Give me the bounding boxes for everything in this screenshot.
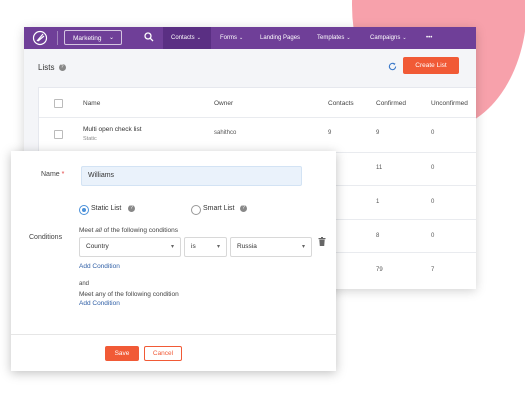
condition-operator-value: is (191, 243, 196, 250)
conditions-label: Conditions (29, 234, 63, 241)
list-name-input[interactable]: Williams (81, 166, 302, 186)
chevron-down-icon: ▾ (216, 244, 220, 250)
chevron-down-icon: ⌄ (239, 35, 244, 41)
name-label: Name * (41, 171, 64, 178)
search-icon[interactable] (144, 32, 154, 42)
smart-list-radio[interactable] (191, 205, 201, 215)
nav-landing-pages[interactable]: Landing Pages (260, 27, 300, 49)
create-list-button[interactable]: Create List (403, 57, 459, 74)
refresh-icon[interactable] (388, 62, 397, 71)
nav-contacts-label: Contacts (171, 35, 195, 41)
help-icon[interactable]: ? (128, 205, 135, 212)
page-title-text: Lists (38, 63, 55, 72)
name-label-text: Name (41, 171, 60, 178)
chevron-down-icon: ⌄ (346, 35, 351, 41)
nav-campaigns[interactable]: Campaigns ⌄ (370, 27, 407, 49)
nav-contacts[interactable]: Contacts ⌄ (163, 27, 211, 49)
list-owner: sahithco (214, 130, 237, 136)
top-nav: Marketing ⌄ Contacts ⌄ Forms ⌄ Landing Pag… (24, 27, 476, 49)
condition-field-select[interactable]: Country ▾ (79, 237, 181, 257)
nav-templates-label: Templates (317, 35, 345, 41)
meet-all-prefix: Meet (79, 227, 96, 234)
cancel-button[interactable]: Cancel (144, 346, 182, 361)
more-icon: ••• (426, 35, 433, 41)
and-text: and (79, 281, 90, 287)
nav-more[interactable]: ••• (426, 27, 432, 49)
column-header-contacts: Contacts (328, 100, 354, 107)
help-icon[interactable]: ? (240, 205, 247, 212)
required-mark: * (61, 171, 65, 178)
meet-any-text: Meet any of the following condition (79, 291, 179, 298)
condition-field-value: Country (86, 243, 109, 250)
column-header-unconfirmed: Unconfirmed (431, 100, 468, 107)
nav-landing-pages-label: Landing Pages (260, 35, 301, 41)
meet-all-suffix: of the following conditions (101, 227, 179, 234)
list-confirmed: 11 (376, 165, 383, 171)
condition-operator-select[interactable]: is ▾ (184, 237, 227, 257)
list-type: Static (83, 136, 97, 142)
list-unconfirmed: 0 (431, 233, 435, 239)
marketing-select[interactable]: Marketing ⌄ (64, 30, 122, 45)
row-divider (39, 117, 476, 118)
list-unconfirmed: 0 (431, 199, 435, 205)
nav-forms-label: Forms (220, 35, 237, 41)
marketing-select-label: Marketing (73, 35, 102, 42)
list-confirmed: 8 (376, 233, 380, 239)
chevron-down-icon: ⌄ (196, 35, 201, 41)
list-confirmed: 1 (376, 199, 380, 205)
save-button[interactable]: Save (105, 346, 139, 361)
help-icon[interactable]: ? (58, 64, 66, 72)
nav-forms[interactable]: Forms ⌄ (220, 27, 243, 49)
static-list-label[interactable]: Static List (91, 205, 121, 212)
add-condition-link[interactable]: Add Condition (79, 263, 120, 270)
condition-value-select[interactable]: Russia ▾ (230, 237, 312, 257)
chevron-down-icon: ▾ (170, 244, 174, 250)
list-unconfirmed: 7 (431, 267, 435, 273)
static-list-radio[interactable] (79, 205, 89, 215)
modal-footer-divider (11, 334, 336, 335)
chevron-down-icon: ⌄ (402, 35, 407, 41)
brand-logo-icon[interactable] (32, 30, 48, 46)
chevron-down-icon: ⌄ (108, 35, 114, 41)
create-list-modal: Name * Williams Static List ? Smart List… (11, 151, 336, 371)
meet-all-text: Meet all of the following conditions (79, 227, 178, 234)
trash-icon[interactable] (318, 237, 326, 246)
select-all-checkbox[interactable] (54, 99, 63, 108)
list-unconfirmed: 0 (431, 165, 435, 171)
smart-list-label[interactable]: Smart List (203, 205, 235, 212)
condition-value-value: Russia (237, 243, 257, 250)
column-header-confirmed: Confirmed (376, 100, 406, 107)
nav-campaigns-label: Campaigns (370, 35, 401, 41)
list-confirmed: 79 (376, 267, 383, 273)
nav-divider (57, 31, 58, 45)
page-title: Lists ? (38, 63, 66, 72)
chevron-down-icon: ▾ (301, 244, 305, 250)
add-condition-link-any[interactable]: Add Condition (79, 300, 120, 307)
column-header-name: Name (83, 100, 101, 107)
list-unconfirmed: 0 (431, 130, 435, 136)
list-contacts: 9 (328, 130, 332, 136)
row-checkbox[interactable] (54, 130, 63, 139)
nav-templates[interactable]: Templates ⌄ (317, 27, 351, 49)
list-name-link[interactable]: Multi open check list (83, 126, 142, 133)
column-header-owner: Owner (214, 100, 234, 107)
list-confirmed: 9 (376, 130, 380, 136)
